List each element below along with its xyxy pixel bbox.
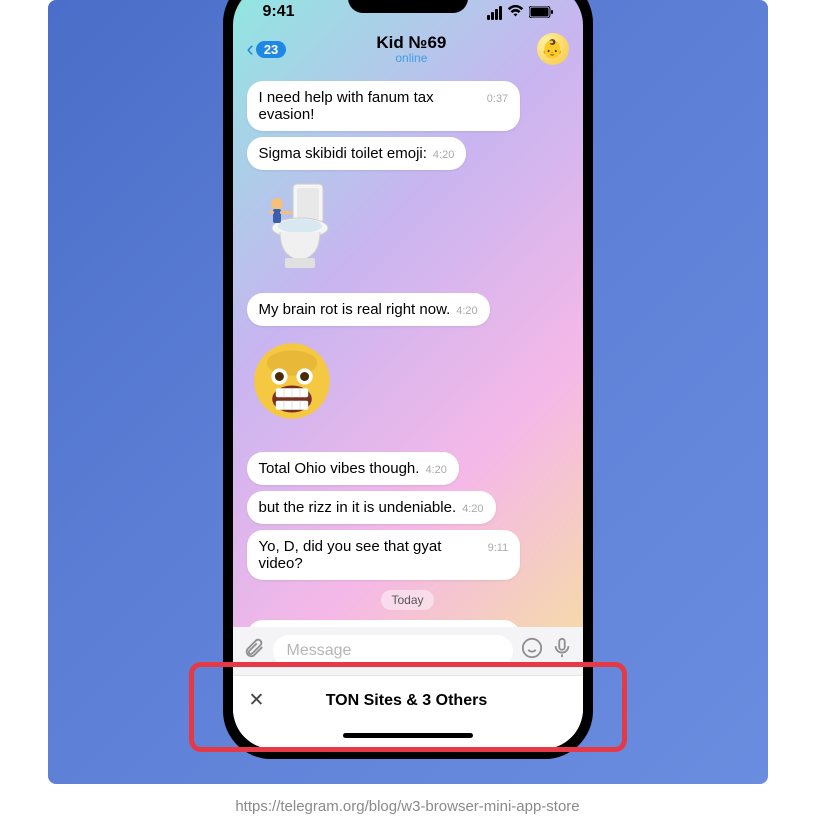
- unread-badge: 23: [256, 41, 286, 58]
- message-time: 4:20: [433, 149, 454, 161]
- toilet-sticker[interactable]: [255, 182, 335, 277]
- message-time: 9:11: [488, 542, 509, 554]
- chat-status: online: [286, 51, 536, 65]
- signal-icon: [487, 6, 502, 20]
- date-divider: Today: [381, 590, 433, 610]
- message-bubble[interactable]: but the rizz in it is undeniable. 4:20: [247, 491, 496, 524]
- messages-list[interactable]: I need help with fanum tax evasion! 0:37…: [233, 73, 583, 627]
- chat-title-button[interactable]: Kid №69 online: [286, 33, 536, 65]
- message-bubble[interactable]: My brain rot is real right now. 4:20: [247, 293, 490, 326]
- face-sticker[interactable]: [247, 336, 337, 442]
- message-time: 4:20: [456, 305, 477, 317]
- message-text: Yo, D, did you see that gyat video?: [259, 538, 482, 572]
- phone-screen: 9:41 ‹ 23: [233, 0, 583, 749]
- message-bubble[interactable]: Dad, is Microsoft Edge for edging? 9:41: [247, 620, 521, 627]
- mic-icon[interactable]: [551, 637, 573, 665]
- caption-text: https://telegram.org/blog/w3-browser-min…: [235, 798, 579, 815]
- message-text: My brain rot is real right now.: [259, 301, 451, 318]
- chevron-left-icon: ‹: [247, 36, 254, 62]
- back-button[interactable]: ‹ 23: [247, 36, 287, 62]
- mini-app-bar[interactable]: ✕ TON Sites & 3 Others: [233, 675, 583, 725]
- message-time: 0:37: [487, 93, 508, 105]
- battery-icon: [529, 5, 553, 21]
- chat-header: ‹ 23 Kid №69 online 👶: [233, 25, 583, 73]
- avatar[interactable]: 👶: [537, 33, 569, 65]
- message-time: 4:20: [425, 464, 446, 476]
- message-bubble[interactable]: Sigma skibidi toilet emoji: 4:20: [247, 137, 467, 170]
- message-text: Sigma skibidi toilet emoji:: [259, 145, 427, 162]
- mini-app-label: TON Sites & 3 Others: [274, 692, 566, 710]
- phone-frame: 9:41 ‹ 23: [223, 0, 593, 759]
- chat-name: Kid №69: [286, 33, 536, 53]
- input-bar: Message: [233, 627, 583, 675]
- attach-icon[interactable]: [243, 637, 265, 665]
- status-icons: [487, 5, 553, 21]
- message-time: 4:20: [462, 503, 483, 515]
- message-bubble[interactable]: Yo, D, did you see that gyat video? 9:11: [247, 530, 521, 580]
- sticker-icon[interactable]: [521, 637, 543, 665]
- message-text: I need help with fanum tax evasion!: [259, 89, 481, 123]
- background-card: 9:41 ‹ 23: [48, 0, 768, 784]
- message-input[interactable]: Message: [273, 635, 513, 667]
- close-icon[interactable]: ✕: [249, 689, 275, 712]
- message-text: but the rizz in it is undeniable.: [259, 499, 457, 516]
- message-bubble[interactable]: I need help with fanum tax evasion! 0:37: [247, 81, 521, 131]
- message-bubble[interactable]: Total Ohio vibes though. 4:20: [247, 452, 459, 485]
- status-time: 9:41: [263, 3, 295, 21]
- phone-notch: [348, 0, 468, 13]
- wifi-icon: [507, 5, 524, 21]
- home-indicator[interactable]: [233, 725, 583, 749]
- message-text: Total Ohio vibes though.: [259, 460, 420, 477]
